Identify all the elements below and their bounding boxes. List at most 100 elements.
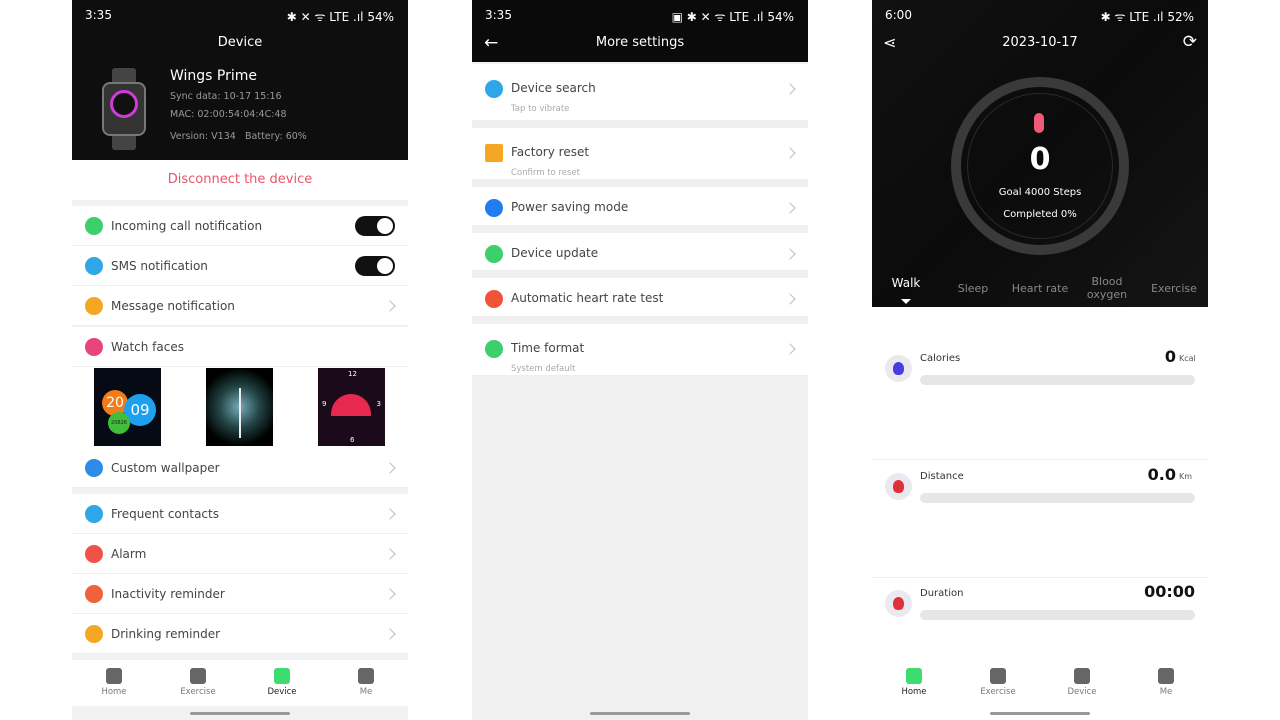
row-label: Time format bbox=[511, 341, 585, 355]
tab-sleep[interactable]: Sleep bbox=[942, 282, 1004, 295]
device-search-icon bbox=[485, 80, 503, 98]
page-title: Device bbox=[217, 35, 263, 50]
nav-device[interactable]: Device bbox=[1040, 660, 1124, 706]
row-subtitle: Confirm to reset bbox=[511, 168, 580, 178]
person-icon bbox=[1158, 668, 1174, 684]
chevron-right-icon bbox=[784, 343, 796, 355]
settings-row[interactable]: Incoming call notification bbox=[72, 206, 408, 246]
watch-image bbox=[102, 68, 146, 150]
nav-device[interactable]: Device bbox=[240, 660, 324, 706]
chat-icon bbox=[85, 257, 103, 275]
reset-icon bbox=[485, 144, 503, 162]
settings-row[interactable]: SMS notification bbox=[72, 246, 408, 286]
status-icons: ✱ ✕ ᯤ LTE .ıl 54% bbox=[286, 10, 394, 24]
firmware-version: Version: V134 bbox=[170, 131, 236, 142]
chevron-right-icon bbox=[384, 588, 396, 600]
phone-toggle[interactable] bbox=[355, 216, 395, 236]
clock-icon bbox=[85, 585, 103, 603]
metric-value: 0.0 bbox=[1147, 465, 1176, 484]
row-label: Drinking reminder bbox=[111, 627, 221, 641]
home-icon bbox=[906, 668, 922, 684]
metric-calories[interactable]: Calories 0 Kcal bbox=[872, 343, 1208, 460]
watch-face-3[interactable]: 12 3 6 9 bbox=[318, 368, 385, 446]
row-label: Frequent contacts bbox=[111, 507, 219, 521]
tab-blood-oxygen[interactable]: Blood oxygen bbox=[1076, 275, 1138, 301]
row-label: Watch faces bbox=[111, 340, 184, 354]
settings-row[interactable]: Device search Tap to vibrate bbox=[472, 64, 808, 121]
heart-icon bbox=[485, 290, 503, 308]
settings-row[interactable]: Message notification bbox=[72, 286, 408, 326]
settings-row[interactable]: Time format System default bbox=[472, 324, 808, 376]
settings-row[interactable]: Custom wallpaper bbox=[72, 448, 408, 488]
footprint-icon bbox=[1034, 113, 1044, 133]
location-pin-icon bbox=[885, 473, 912, 500]
disconnect-button[interactable]: Disconnect the device bbox=[72, 160, 408, 200]
grid-icon bbox=[85, 459, 103, 477]
settings-row[interactable]: Factory reset Confirm to reset bbox=[472, 128, 808, 180]
metric-progress-bar bbox=[920, 610, 1195, 620]
nav-home[interactable]: Home bbox=[72, 660, 156, 706]
metric-progress-bar bbox=[920, 375, 1195, 385]
chevron-right-icon bbox=[784, 293, 796, 305]
step-goal: Goal 4000 Steps bbox=[998, 187, 1082, 198]
chevron-right-icon bbox=[384, 548, 396, 560]
metric-distance[interactable]: Distance 0.0 Km bbox=[872, 461, 1208, 578]
phone-icon bbox=[85, 217, 103, 235]
device-name: Wings Prime bbox=[170, 68, 258, 84]
metric-value: 00:00 bbox=[1144, 582, 1195, 601]
settings-row[interactable]: Alarm bbox=[72, 534, 408, 574]
more-settings-screen: 3:35 ▣ ✱ ✕ ᯤ LTE .ıl 54% ← More settings… bbox=[472, 0, 808, 720]
bottom-nav: Home Exercise Device Me bbox=[72, 660, 408, 706]
settings-row[interactable]: Frequent contacts bbox=[72, 494, 408, 534]
chevron-right-icon bbox=[384, 628, 396, 640]
home-indicator bbox=[72, 706, 408, 720]
row-label: SMS notification bbox=[111, 259, 208, 273]
nav-home[interactable]: Home bbox=[872, 660, 956, 706]
battery-level: Battery: 60% bbox=[245, 131, 307, 142]
watch-face-2[interactable] bbox=[206, 368, 273, 446]
clock-icon bbox=[485, 340, 503, 358]
mac-address: MAC: 02:00:54:04:4C:48 bbox=[170, 109, 287, 120]
completed-percent: Completed 0% bbox=[1003, 209, 1077, 220]
row-label: Automatic heart rate test bbox=[511, 291, 664, 305]
status-bar: 6:00 ✱ ᯤ LTE .ıl 52% bbox=[885, 8, 1194, 24]
cup-icon bbox=[85, 625, 103, 643]
status-time: 3:35 bbox=[85, 8, 112, 22]
metric-unit: Kcal bbox=[1179, 354, 1196, 363]
chevron-right-icon bbox=[784, 202, 796, 214]
settings-row[interactable]: Automatic heart rate test bbox=[472, 278, 808, 317]
device-screen: 3:35 ✱ ✕ ᯤ LTE .ıl 54% Device Wings Prim… bbox=[72, 0, 408, 720]
chat-toggle[interactable] bbox=[355, 256, 395, 276]
home-indicator bbox=[872, 706, 1208, 720]
chevron-right-icon bbox=[384, 462, 396, 474]
speaker-icon bbox=[85, 297, 103, 315]
tab-heart-rate[interactable]: Heart rate bbox=[1009, 282, 1071, 295]
date-title[interactable]: 2023-10-17 bbox=[872, 35, 1208, 50]
stopwatch-icon bbox=[885, 590, 912, 617]
settings-row[interactable]: Inactivity reminder bbox=[72, 574, 408, 614]
watch-icon bbox=[1074, 668, 1090, 684]
device-header: 3:35 ✱ ✕ ᯤ LTE .ıl 54% Device Wings Prim… bbox=[72, 0, 408, 160]
watch-faces-gallery: 20 09 20826 12 3 6 9 bbox=[72, 367, 408, 448]
row-label: Factory reset bbox=[511, 145, 590, 159]
settings-row: Watch faces bbox=[72, 327, 408, 367]
status-bar: 3:35 ✱ ✕ ᯤ LTE .ıl 54% bbox=[72, 0, 408, 30]
refresh-icon[interactable]: ⟳ bbox=[1183, 32, 1197, 52]
nav-exercise[interactable]: Exercise bbox=[156, 660, 240, 706]
nav-me[interactable]: Me bbox=[1124, 660, 1208, 706]
watch-face-1[interactable]: 20 09 20826 bbox=[94, 368, 161, 446]
metric-unit: Km bbox=[1179, 472, 1193, 481]
tab-exercise[interactable]: Exercise bbox=[1143, 282, 1205, 295]
nav-exercise[interactable]: Exercise bbox=[956, 660, 1040, 706]
row-label: Message notification bbox=[111, 299, 235, 313]
settings-row[interactable]: Device update bbox=[472, 233, 808, 271]
settings-row[interactable]: Drinking reminder bbox=[72, 614, 408, 654]
page-title: More settings bbox=[595, 35, 685, 50]
settings-row[interactable]: Power saving mode bbox=[472, 187, 808, 226]
home-indicator bbox=[472, 706, 808, 720]
watch-icon bbox=[85, 338, 103, 356]
nav-me[interactable]: Me bbox=[324, 660, 408, 706]
sync-date: Sync data: 10-17 15:16 bbox=[170, 91, 282, 102]
tab-walk[interactable]: Walk bbox=[875, 277, 937, 290]
dumbbell-icon bbox=[990, 668, 1006, 684]
